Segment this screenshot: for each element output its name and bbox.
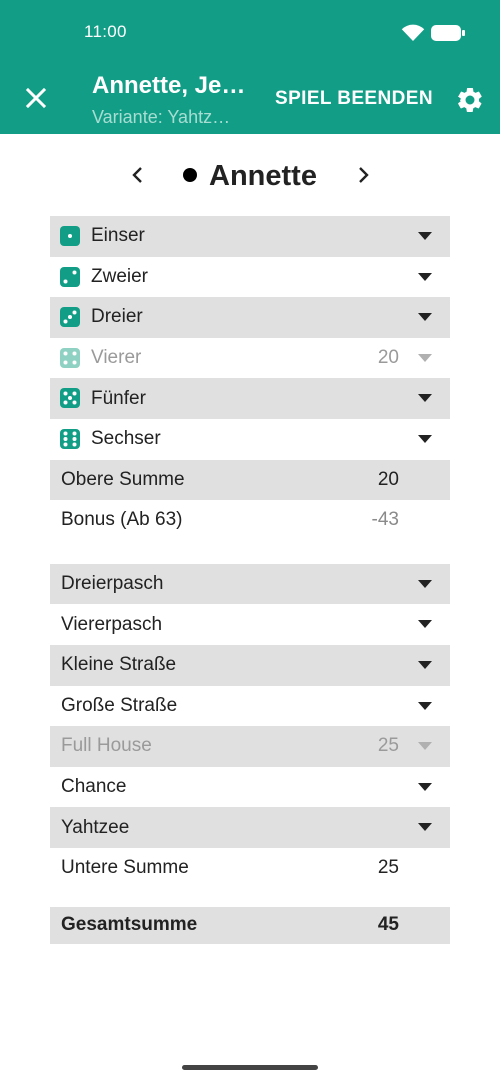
score-row[interactable]: Viererpasch xyxy=(50,604,450,645)
score-row: Full House 25 xyxy=(50,726,450,767)
bonus-row: Bonus (Ab 63) -43 xyxy=(50,500,450,541)
die-five-icon xyxy=(60,388,80,409)
score-row[interactable]: Einser xyxy=(50,216,450,257)
battery-icon xyxy=(431,25,465,41)
score-row[interactable]: Kleine Straße xyxy=(50,644,450,686)
score-row[interactable]: Fünfer xyxy=(50,378,450,419)
dropdown-arrow-icon[interactable] xyxy=(418,620,432,629)
score-row[interactable]: Sechser xyxy=(50,419,450,460)
dropdown-arrow-icon[interactable] xyxy=(418,579,432,588)
home-indicator[interactable] xyxy=(182,1065,318,1070)
score-row-value: 20 xyxy=(377,347,399,369)
dropdown-arrow-icon[interactable] xyxy=(418,660,432,669)
app-bar: 11:00 Annette, Je… Variante: Yahtz… SPIE… xyxy=(0,0,500,134)
player-name: Annette xyxy=(209,160,317,192)
score-row-label: Chance xyxy=(61,776,127,798)
dropdown-arrow-icon[interactable] xyxy=(418,272,432,281)
chevron-left-icon[interactable] xyxy=(125,162,151,188)
chevron-right-icon[interactable] xyxy=(350,162,376,188)
score-row: Vierer 20 xyxy=(50,338,450,379)
score-row[interactable]: Zweier xyxy=(50,257,450,298)
dropdown-arrow-icon[interactable] xyxy=(418,232,432,240)
upper-sum-row: Obere Summe 20 xyxy=(50,459,450,501)
total-value: 45 xyxy=(377,914,399,935)
score-row[interactable]: Chance xyxy=(50,767,450,808)
dropdown-arrow-icon[interactable] xyxy=(418,782,432,791)
lower-sum-label: Untere Summe xyxy=(61,857,189,879)
player-color-dot xyxy=(183,168,197,182)
score-table: Einser Zweier Dreier Vierer 20 Fünfer Sechser … xyxy=(50,216,450,944)
total-label: Gesamtsumme xyxy=(61,914,198,935)
upper-sum-label: Obere Summe xyxy=(61,468,185,490)
lower-section: Dreierpasch Viererpasch Kleine Straße Große… xyxy=(50,563,450,848)
die-one-icon xyxy=(60,226,80,246)
dropdown-arrow-icon xyxy=(418,742,432,751)
die-two-icon xyxy=(60,266,80,287)
die-six-icon xyxy=(60,428,80,449)
lower-sum-row: Untere Summe 25 xyxy=(50,848,450,889)
score-row-label: Einser xyxy=(91,225,145,247)
score-row-label: Sechser xyxy=(91,428,161,450)
score-row[interactable]: Dreier xyxy=(50,297,450,338)
dropdown-arrow-icon[interactable] xyxy=(418,823,432,832)
player-navigation: Annette xyxy=(0,150,500,206)
wifi-icon xyxy=(401,24,425,41)
score-row[interactable]: Yahtzee xyxy=(50,807,450,848)
upper-section: Einser Zweier Dreier Vierer 20 Fünfer Sechser xyxy=(50,216,450,460)
bonus-label: Bonus (Ab 63) xyxy=(61,509,183,531)
total-row: Gesamtsumme 45 xyxy=(50,906,450,944)
die-three-icon xyxy=(60,307,80,328)
score-row[interactable]: Dreierpasch xyxy=(50,563,450,605)
lower-sum-value: 25 xyxy=(377,857,399,879)
score-row-label: Fünfer xyxy=(91,387,146,409)
score-row-label: Große Straße xyxy=(61,694,178,716)
upper-sum-value: 20 xyxy=(377,468,399,490)
dropdown-arrow-icon xyxy=(418,353,432,362)
dropdown-arrow-icon[interactable] xyxy=(418,313,432,322)
bonus-value: -43 xyxy=(371,509,399,531)
end-game-button[interactable]: SPIEL BEENDEN xyxy=(275,88,433,110)
dropdown-arrow-icon[interactable] xyxy=(418,434,432,443)
dropdown-arrow-icon[interactable] xyxy=(418,394,432,403)
die-four-icon xyxy=(60,347,80,368)
score-row-label: Kleine Straße xyxy=(61,654,177,676)
score-row-label: Vierer xyxy=(91,347,142,369)
score-row-label: Full House xyxy=(61,735,152,757)
score-row-label: Zweier xyxy=(91,265,149,287)
score-row-label: Dreier xyxy=(91,306,143,328)
close-icon[interactable] xyxy=(20,82,52,114)
game-variant: Variante: Yahtz… xyxy=(92,107,231,127)
score-row[interactable]: Große Straße xyxy=(50,686,450,727)
score-row-value: 25 xyxy=(377,735,399,757)
dropdown-arrow-icon[interactable] xyxy=(418,701,432,710)
status-time: 11:00 xyxy=(84,22,127,41)
score-row-label: Dreierpasch xyxy=(61,573,164,595)
score-row-label: Viererpasch xyxy=(61,613,163,635)
game-title: Annette, Je… xyxy=(92,72,246,99)
score-row-label: Yahtzee xyxy=(61,816,130,838)
gear-icon[interactable] xyxy=(455,85,485,115)
